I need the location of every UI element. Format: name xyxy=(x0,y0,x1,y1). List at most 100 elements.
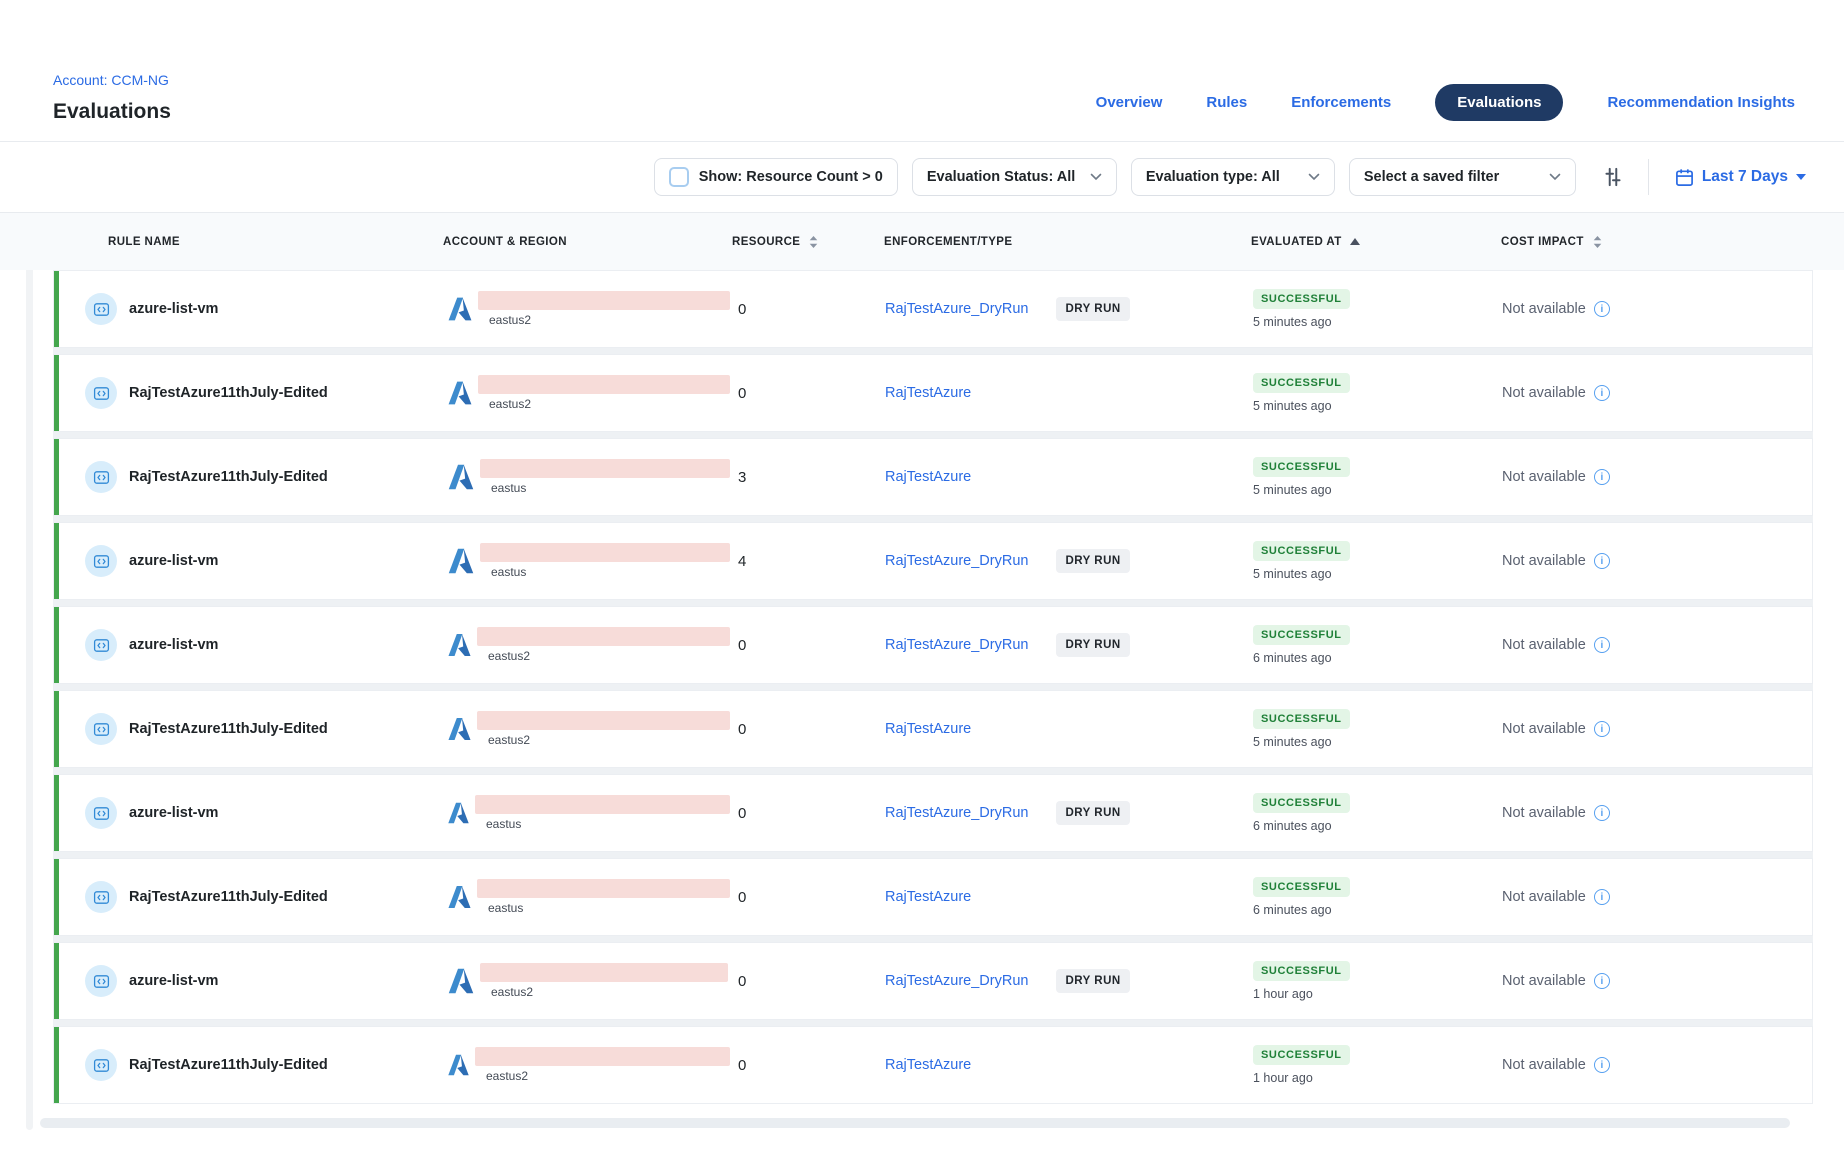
saved-filter-dropdown[interactable]: Select a saved filter xyxy=(1349,158,1576,196)
azure-logo-icon xyxy=(446,546,476,576)
rule-code-icon xyxy=(85,377,117,409)
table-row[interactable]: azure-list-vm eastus 0 RajTestAzure_DryR… xyxy=(53,774,1813,852)
table-row[interactable]: RajTestAzure11thJuly-Edited eastus2 0 Ra… xyxy=(53,690,1813,768)
region-label: eastus2 xyxy=(488,649,730,663)
table-row[interactable]: azure-list-vm eastus2 0 RajTestAzure_Dry… xyxy=(53,270,1813,348)
info-icon[interactable]: i xyxy=(1594,637,1610,653)
redacted-account-name xyxy=(480,459,730,478)
table-row[interactable]: azure-list-vm eastus2 0 RajTestAzure_Dry… xyxy=(53,606,1813,684)
status-badge: SUCCESSFUL xyxy=(1253,877,1350,897)
cost-impact-value: Not available xyxy=(1502,301,1586,317)
row-accent-bar xyxy=(54,943,59,1019)
info-icon[interactable]: i xyxy=(1594,469,1610,485)
resource-count: 0 xyxy=(730,859,860,935)
rule-name: azure-list-vm xyxy=(129,805,218,821)
enforcement-link[interactable]: RajTestAzure_DryRun xyxy=(885,805,1028,821)
breadcrumb[interactable]: Account: CCM-NG xyxy=(53,72,169,88)
chevron-down-icon xyxy=(1308,173,1320,181)
tab-overview[interactable]: Overview xyxy=(1096,94,1163,111)
region-label: eastus2 xyxy=(488,733,730,747)
resource-count-checkbox[interactable] xyxy=(669,167,689,187)
enforcement-link[interactable]: RajTestAzure xyxy=(885,385,971,401)
resource-count-label: Show: Resource Count > 0 xyxy=(699,169,883,185)
filter-settings-button[interactable] xyxy=(1598,162,1628,192)
resource-count: 3 xyxy=(730,439,860,515)
chevron-down-icon xyxy=(1090,173,1102,181)
cost-impact-value: Not available xyxy=(1502,1057,1586,1073)
enforcement-link[interactable]: RajTestAzure_DryRun xyxy=(885,973,1028,989)
row-accent-bar xyxy=(54,775,59,851)
redacted-account-name xyxy=(478,375,730,394)
info-icon[interactable]: i xyxy=(1594,301,1610,317)
rule-name: azure-list-vm xyxy=(129,301,218,317)
cost-impact-value: Not available xyxy=(1502,637,1586,653)
region-label: eastus xyxy=(486,817,730,831)
column-resource[interactable]: RESOURCE xyxy=(729,235,859,249)
horizontal-scrollbar[interactable] xyxy=(40,1118,1790,1128)
filter-bar: Show: Resource Count > 0 Evaluation Stat… xyxy=(0,142,1844,212)
info-icon[interactable]: i xyxy=(1594,553,1610,569)
azure-logo-icon xyxy=(446,966,476,996)
table-row[interactable]: azure-list-vm eastus 4 RajTestAzure_DryR… xyxy=(53,522,1813,600)
tab-rules[interactable]: Rules xyxy=(1206,94,1247,111)
tab-enforcements[interactable]: Enforcements xyxy=(1291,94,1391,111)
table-row[interactable]: RajTestAzure11thJuly-Edited eastus2 0 Ra… xyxy=(53,1026,1813,1104)
redacted-account-name xyxy=(480,963,728,982)
status-badge: SUCCESSFUL xyxy=(1253,793,1350,813)
table-row[interactable]: RajTestAzure11thJuly-Edited eastus2 0 Ra… xyxy=(53,354,1813,432)
table-row[interactable]: RajTestAzure11thJuly-Edited eastus 0 Raj… xyxy=(53,858,1813,936)
column-rule-name: RULE NAME xyxy=(53,236,443,248)
info-icon[interactable]: i xyxy=(1594,385,1610,401)
rule-code-icon xyxy=(85,1049,117,1081)
redacted-account-name xyxy=(475,1047,730,1066)
rule-code-icon xyxy=(85,881,117,913)
enforcement-link[interactable]: RajTestAzure xyxy=(885,469,971,485)
region-label: eastus xyxy=(488,901,730,915)
status-badge: SUCCESSFUL xyxy=(1253,289,1350,309)
info-icon[interactable]: i xyxy=(1594,973,1610,989)
column-enforcement-type: ENFORCEMENT/TYPE xyxy=(859,236,1239,248)
page-title: Evaluations xyxy=(53,100,171,124)
sort-asc-icon xyxy=(1350,238,1360,245)
region-label: eastus2 xyxy=(489,397,730,411)
resource-count: 0 xyxy=(730,775,860,851)
enforcement-link[interactable]: RajTestAzure_DryRun xyxy=(885,637,1028,653)
row-accent-bar xyxy=(54,1027,59,1103)
table-row[interactable]: azure-list-vm eastus2 0 RajTestAzure_Dry… xyxy=(53,942,1813,1020)
rule-name: RajTestAzure11thJuly-Edited xyxy=(129,889,328,905)
nav-tabs: Overview Rules Enforcements Evaluations … xyxy=(1096,84,1795,121)
caret-down-icon xyxy=(1796,174,1806,180)
dry-run-badge: DRY RUN xyxy=(1056,549,1129,573)
row-accent-bar xyxy=(54,271,59,347)
region-label: eastus2 xyxy=(489,313,730,327)
status-badge: SUCCESSFUL xyxy=(1253,541,1350,561)
table-header: RULE NAME ACCOUNT & REGION RESOURCE ENFO… xyxy=(0,212,1844,270)
tab-evaluations[interactable]: Evaluations xyxy=(1435,84,1563,121)
column-cost-impact[interactable]: COST IMPACT xyxy=(1479,235,1813,249)
dry-run-badge: DRY RUN xyxy=(1056,969,1129,993)
rule-name: RajTestAzure11thJuly-Edited xyxy=(129,385,328,401)
enforcement-link[interactable]: RajTestAzure xyxy=(885,1057,971,1073)
azure-logo-icon xyxy=(446,462,476,492)
row-accent-bar xyxy=(54,439,59,515)
enforcement-link[interactable]: RajTestAzure_DryRun xyxy=(885,553,1028,569)
enforcement-link[interactable]: RajTestAzure_DryRun xyxy=(885,301,1028,317)
info-icon[interactable]: i xyxy=(1594,1057,1610,1073)
info-icon[interactable]: i xyxy=(1594,889,1610,905)
redacted-account-name xyxy=(477,627,730,646)
tab-recommendation-insights[interactable]: Recommendation Insights xyxy=(1607,94,1795,111)
cost-impact-value: Not available xyxy=(1502,805,1586,821)
table-row[interactable]: RajTestAzure11thJuly-Edited eastus 3 Raj… xyxy=(53,438,1813,516)
info-icon[interactable]: i xyxy=(1594,721,1610,737)
date-range-value: Last 7 Days xyxy=(1702,168,1788,186)
info-icon[interactable]: i xyxy=(1594,805,1610,821)
column-evaluated-at[interactable]: EVALUATED AT xyxy=(1239,236,1479,248)
evaluation-type-dropdown[interactable]: Evaluation type: All xyxy=(1131,158,1335,196)
enforcement-link[interactable]: RajTestAzure xyxy=(885,721,971,737)
azure-logo-icon xyxy=(446,882,473,912)
resource-count-filter[interactable]: Show: Resource Count > 0 xyxy=(654,158,898,196)
enforcement-link[interactable]: RajTestAzure xyxy=(885,889,971,905)
column-account-region: ACCOUNT & REGION xyxy=(443,236,729,248)
evaluation-status-dropdown[interactable]: Evaluation Status: All xyxy=(912,158,1117,196)
date-range-picker[interactable]: Last 7 Days xyxy=(1675,168,1806,187)
